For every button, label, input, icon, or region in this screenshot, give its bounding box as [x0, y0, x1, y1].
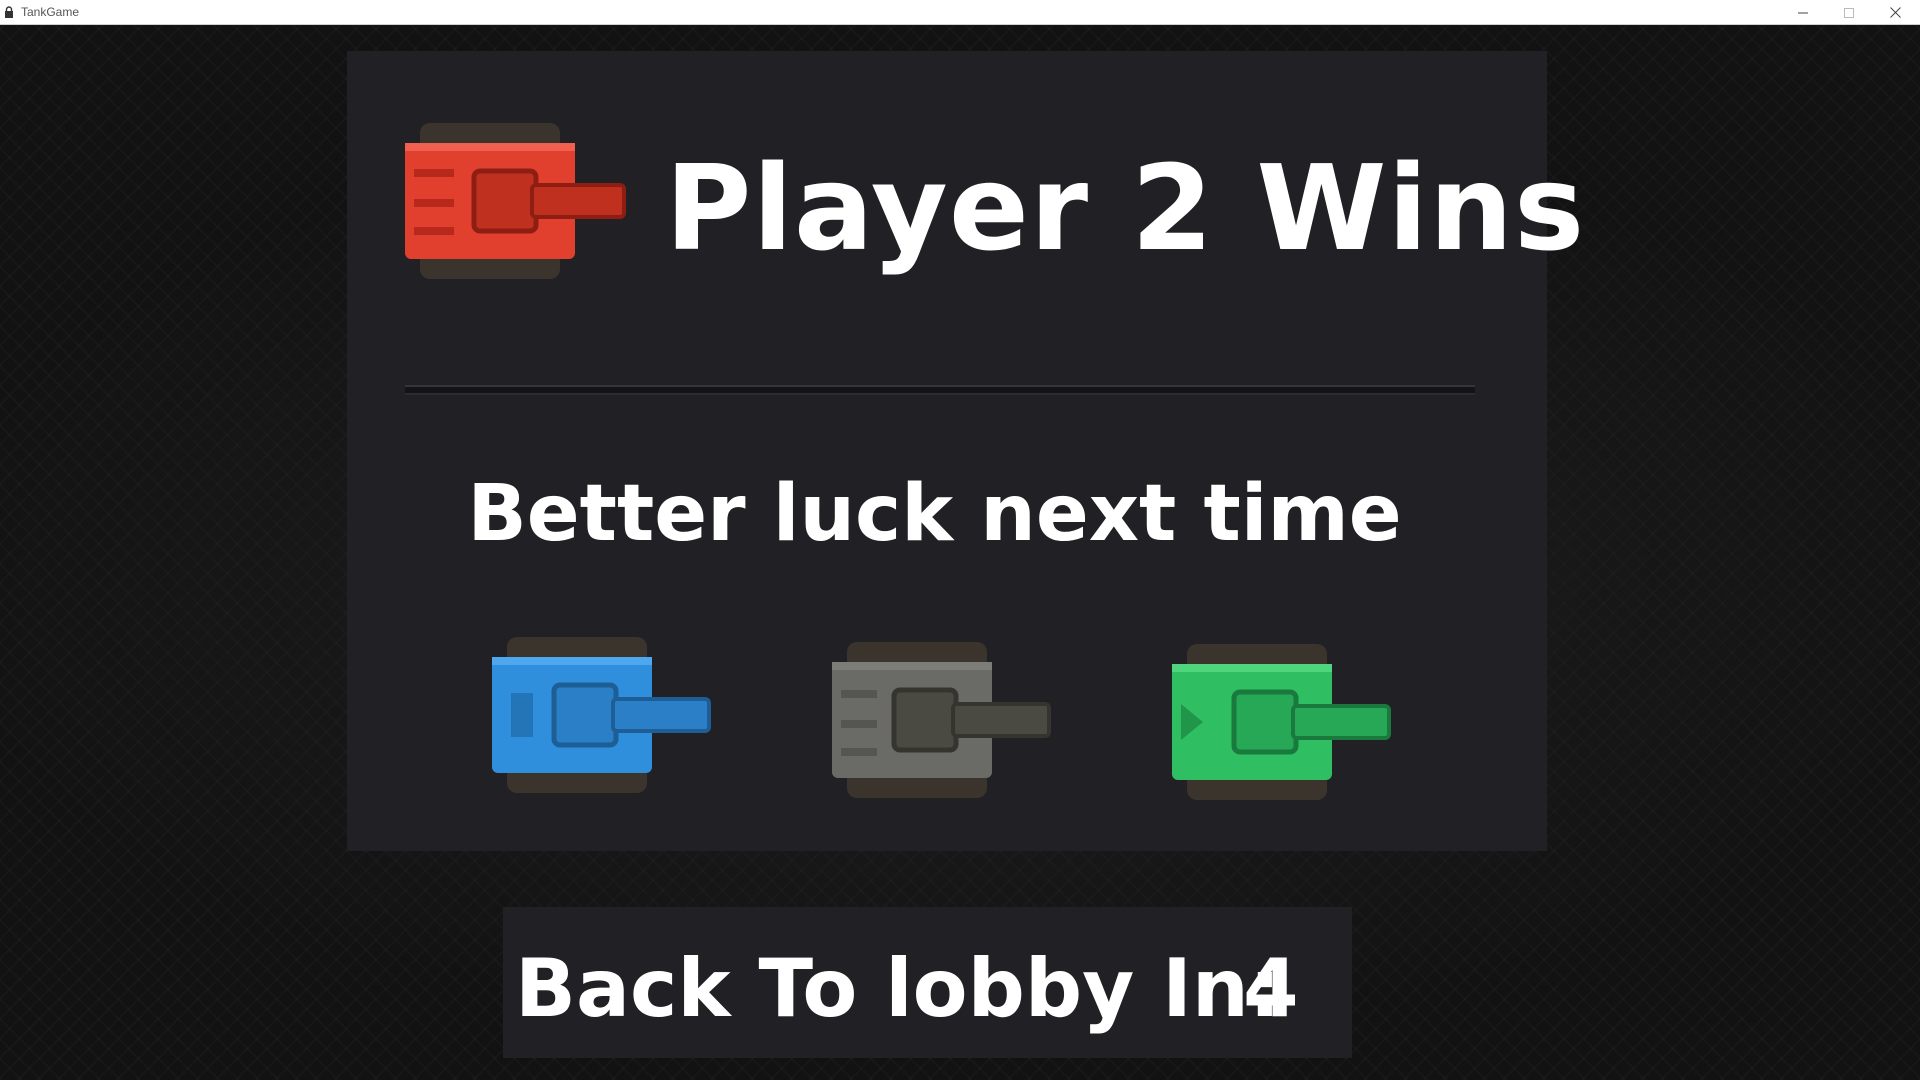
- window-title: TankGame: [21, 5, 80, 19]
- result-panel: Player 2 Wins Better luck next time: [347, 51, 1584, 851]
- close-icon: [1889, 7, 1901, 18]
- winner-title: Player 2 Wins: [665, 139, 1586, 277]
- countdown-label: Back To lobby In:: [515, 942, 1281, 1035]
- countdown-panel: Back To lobby In: 4: [503, 907, 1352, 1058]
- minimize-icon: [1798, 12, 1808, 13]
- game-viewport: Player 2 Wins Better luck next time Back…: [0, 25, 1920, 1080]
- gray-tank-icon: [829, 640, 1054, 800]
- minimize-button[interactable]: [1780, 0, 1826, 25]
- consolation-message: Better luck next time: [467, 469, 1402, 559]
- winner-tank-icon: [402, 121, 627, 281]
- close-button[interactable]: [1872, 0, 1918, 25]
- divider: [405, 385, 1475, 395]
- window-titlebar: TankGame: [0, 0, 1920, 25]
- maximize-icon: [1844, 7, 1854, 18]
- maximize-button[interactable]: [1826, 0, 1872, 25]
- green-tank-icon: [1169, 642, 1394, 802]
- lock-icon: [5, 6, 13, 18]
- countdown-value: 4: [1243, 942, 1299, 1035]
- blue-tank-icon: [489, 635, 714, 795]
